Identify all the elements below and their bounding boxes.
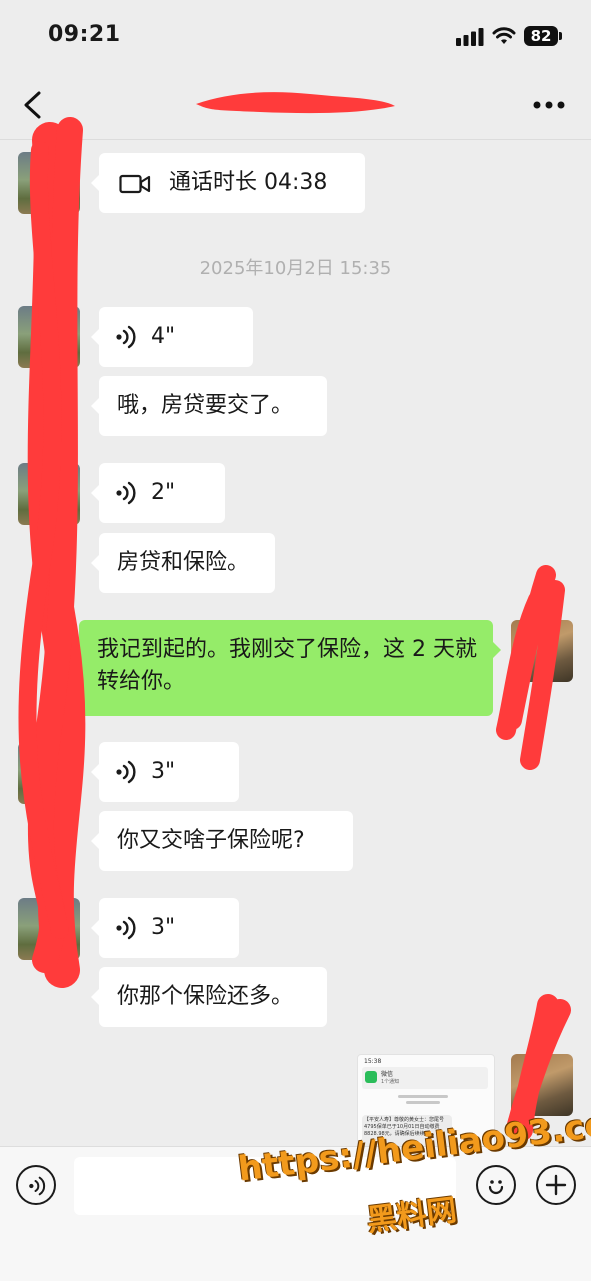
my-avatar[interactable] (511, 1054, 573, 1116)
more-functions-button[interactable] (536, 1165, 576, 1205)
voice-duration: 4" (151, 324, 176, 349)
thumb-app-sub: 1个通知 (381, 1079, 400, 1085)
emoji-button[interactable] (476, 1165, 516, 1205)
thumb-line (398, 1095, 448, 1098)
message-timestamp: 2025年10月2日 15:35 (199, 258, 392, 279)
plus-icon (545, 1174, 567, 1196)
received-message-bubble[interactable]: 你又交啥子保险呢? (91, 811, 353, 871)
chevron-left-icon[interactable] (20, 90, 44, 120)
received-message-bubble[interactable]: 哦，房贷要交了。 (91, 376, 327, 436)
ellipsis-icon[interactable] (532, 96, 566, 114)
contact-avatar[interactable] (18, 742, 80, 804)
voice-input-button[interactable] (16, 1165, 56, 1205)
received-message-bubble[interactable]: 房贷和保险。 (91, 533, 275, 593)
voice-wave-icon (116, 481, 136, 505)
voice-wave-icon (116, 916, 136, 940)
message-text: 我记到起的。我刚交了保险，这 2 天就转给你。 (97, 637, 477, 694)
call-record-bubble[interactable]: 通话时长 04:38 (91, 153, 365, 213)
voice-message-bubble[interactable]: 4" (91, 307, 253, 367)
voice-message-bubble[interactable]: 3" (91, 898, 239, 958)
contact-avatar[interactable] (18, 306, 80, 368)
status-time: 09:21 (48, 22, 121, 47)
message-text: 你又交啥子保险呢? (117, 828, 305, 853)
voice-duration: 3" (151, 915, 176, 940)
contact-avatar[interactable] (18, 463, 80, 525)
contact-avatar[interactable] (18, 152, 80, 214)
thumb-app-name: 微信 (381, 1071, 394, 1078)
call-duration-text: 通话时长 04:38 (169, 170, 328, 195)
thumb-line (406, 1101, 440, 1104)
sent-message-bubble[interactable]: 我记到起的。我刚交了保险，这 2 天就转给你。 (79, 620, 501, 716)
thumb-time: 15:38 (364, 1058, 382, 1065)
voice-wave-icon (29, 1176, 46, 1196)
my-avatar[interactable] (511, 620, 573, 682)
wechat-app-icon (365, 1071, 377, 1083)
thumb-notification: 微信 1个通知 (362, 1067, 488, 1089)
smiley-icon (488, 1180, 504, 1195)
wifi-icon (492, 27, 516, 44)
voice-message-bubble[interactable]: 3" (91, 742, 239, 802)
battery-tip (559, 32, 562, 40)
cellular-signal-icon (456, 28, 484, 46)
voice-wave-icon (116, 760, 136, 784)
header-divider (0, 139, 591, 140)
voice-wave-icon (116, 325, 136, 349)
voice-duration: 2" (151, 480, 176, 505)
video-camera-icon (119, 174, 151, 194)
received-message-bubble[interactable]: 你那个保险还多。 (91, 967, 327, 1027)
redacted-contact-name (196, 92, 395, 114)
voice-message-bubble[interactable]: 2" (91, 463, 225, 523)
contact-avatar[interactable] (18, 898, 80, 960)
voice-duration: 3" (151, 759, 176, 784)
message-text: 哦，房贷要交了。 (117, 393, 294, 418)
battery-indicator: 82 (524, 26, 558, 46)
message-text: 房贷和保险。 (117, 550, 250, 575)
message-text: 你那个保险还多。 (117, 984, 294, 1009)
